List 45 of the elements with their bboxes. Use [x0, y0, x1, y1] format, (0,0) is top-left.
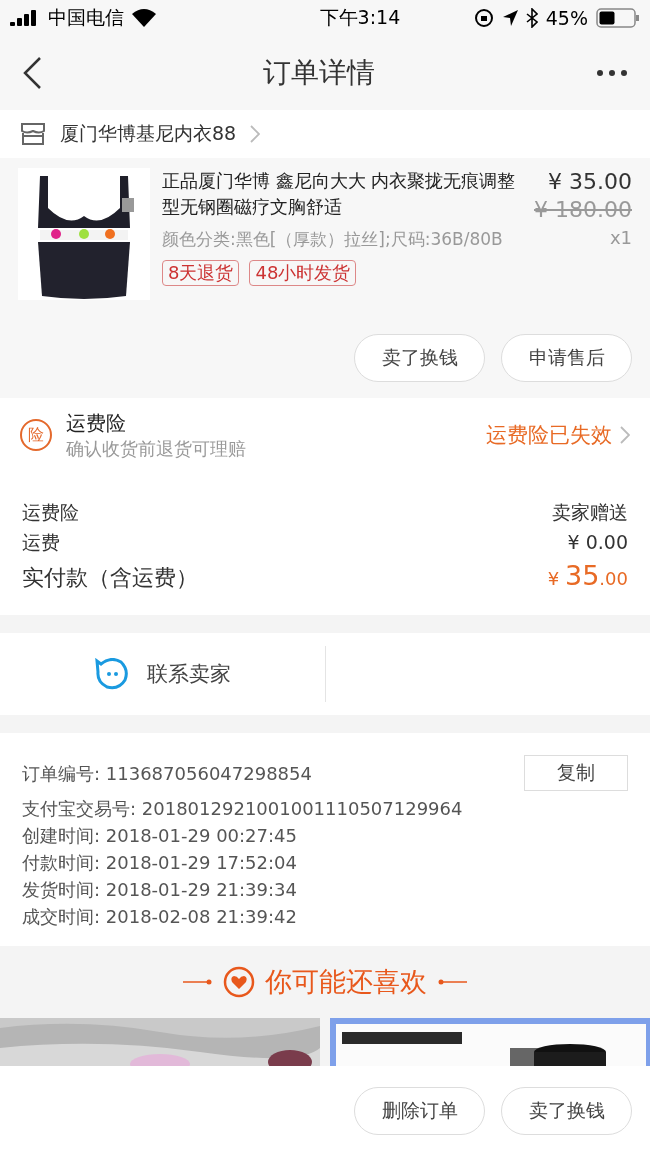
insurance-subtitle: 确认收货前退货可理赔 [66, 436, 247, 461]
shop-icon [20, 122, 46, 146]
action-button[interactable]: 卖了换钱 [501, 1087, 632, 1135]
order-info-line: 创建时间: 2018-01-29 00:27:45 [22, 824, 297, 848]
copy-button[interactable]: 复制 [524, 755, 628, 791]
service-tag: 8天退货 [162, 260, 240, 286]
action-button[interactable]: 卖了换钱 [354, 334, 485, 382]
fee-label: 运费险 [22, 500, 79, 525]
product-title[interactable]: 正品厦门华博 鑫尼向大大 内衣聚拢无痕调整型无钢圈磁疗文胸舒适 [162, 168, 523, 220]
fee-value: ¥ 0.00 [567, 531, 628, 553]
bluetooth-icon [525, 8, 538, 28]
rotation-lock-icon [473, 8, 494, 28]
order-info-line: 支付宝交易号: 2018012921001001110507129964 [22, 797, 463, 821]
battery-icon [596, 8, 640, 28]
dot-line-icon [437, 979, 467, 985]
service-tag: 48小时发货 [249, 260, 357, 286]
shop-name[interactable]: 厦门华博基尼内衣88 [60, 121, 237, 147]
clock-time: 下午3:14 [319, 5, 401, 30]
product-sku: 颜色分类:黑色[（厚款）拉丝];尺码:36B/80B [162, 228, 504, 251]
dot-line-icon [183, 979, 213, 985]
battery-percent: 45% [545, 7, 588, 29]
fee-label: 运费 [22, 530, 60, 555]
order-info-line: 发货时间: 2018-01-29 21:39:34 [22, 878, 297, 902]
more-icon[interactable] [596, 69, 628, 77]
insurance-title: 运费险 [66, 409, 127, 437]
total-amount: ¥ 35.00 [547, 560, 628, 591]
original-price: ¥ 180.00 [534, 196, 632, 224]
fee-label: 实付款（含运费） [22, 564, 198, 592]
chevron-right-icon [620, 426, 630, 444]
order-info-line: 成交时间: 2018-02-08 21:39:42 [22, 905, 297, 929]
action-button[interactable]: 申请售后 [501, 334, 632, 382]
quantity: x1 [609, 226, 632, 250]
location-arrow-icon [501, 9, 518, 27]
carrier-name: 中国电信 [48, 5, 124, 30]
product-price: ¥ 35.00 [548, 168, 632, 196]
action-button[interactable]: 删除订单 [354, 1087, 485, 1135]
section-title: 你可能还喜欢 [265, 965, 427, 999]
page-title: 订单详情 [263, 55, 375, 91]
wifi-icon [132, 9, 156, 27]
fee-value: 卖家赠送 [552, 500, 628, 525]
chat-face-icon [94, 658, 129, 690]
order-info-line: 付款时间: 2018-01-29 17:52:04 [22, 851, 297, 875]
back-icon[interactable] [22, 56, 42, 90]
order-info-line: 订单编号: 113687056047298854 [22, 761, 312, 786]
insurance-badge: 险 [20, 419, 52, 451]
